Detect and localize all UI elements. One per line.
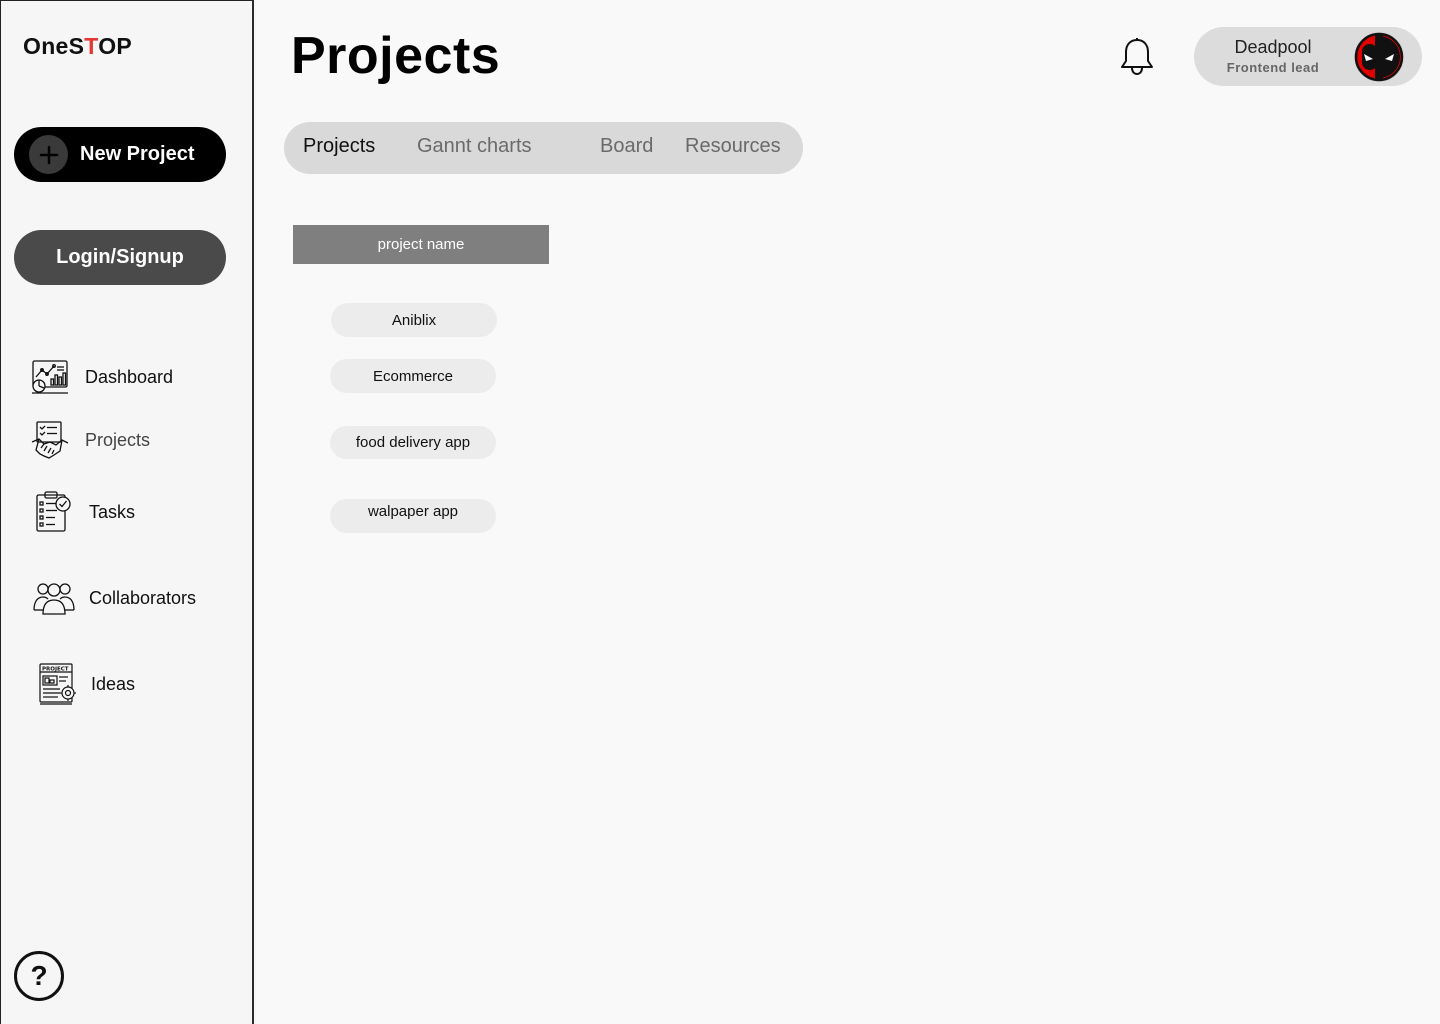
sidebar-item-dashboard[interactable]: Dashboard [30, 359, 173, 395]
deadpool-mask-icon [1354, 32, 1404, 82]
page-title: Projects [291, 27, 501, 85]
tab-resources[interactable]: Resources [685, 135, 781, 158]
notification-bell-icon[interactable] [1119, 37, 1155, 82]
sidebar-item-label: Tasks [89, 501, 136, 522]
sidebar-item-label: Projects [85, 429, 151, 450]
sidebar: OneSTOP New Project Login/Signup Dashboa… [0, 0, 254, 1024]
sidebar-item-collaborators[interactable]: Collaborators [33, 580, 196, 616]
sidebar-item-tasks[interactable]: Tasks [35, 491, 135, 533]
handshake-icon [30, 420, 70, 460]
dashboard-icon [30, 359, 70, 395]
main-content: Projects Deadpool Frontend lead Projects… [256, 0, 1440, 1024]
sidebar-item-label: Collaborators [89, 587, 197, 608]
sidebar-item-ideas[interactable]: PROJECT Ideas [38, 663, 135, 705]
logo-prefix: OneS [23, 33, 85, 59]
svg-text:PROJECT: PROJECT [42, 667, 69, 673]
project-row[interactable]: Ecommerce [330, 359, 496, 393]
new-project-label: New Project [80, 143, 195, 165]
sidebar-item-label: Dashboard [85, 366, 174, 387]
avatar[interactable] [1354, 32, 1404, 82]
tab-board[interactable]: Board [600, 135, 653, 158]
users-group-icon [33, 580, 75, 616]
project-row[interactable]: Aniblix [331, 303, 497, 337]
project-row[interactable]: walpaper app [330, 499, 496, 533]
sidebar-item-projects[interactable]: Projects [30, 420, 150, 460]
project-row[interactable]: food delivery app [330, 426, 496, 459]
project-ideas-icon: PROJECT [38, 663, 78, 705]
user-profile-card[interactable]: Deadpool Frontend lead [1194, 27, 1422, 86]
new-project-button[interactable]: New Project [14, 127, 226, 182]
profile-name: Deadpool [1234, 37, 1312, 57]
app-logo[interactable]: OneSTOP [23, 33, 132, 60]
project-name-column-header: project name [293, 225, 549, 264]
clipboard-checklist-icon [35, 491, 73, 533]
logo-suffix: OP [98, 33, 133, 59]
sidebar-item-label: Ideas [91, 673, 136, 694]
tab-gannt-charts[interactable]: Gannt charts [417, 135, 532, 158]
profile-role: Frontend lead [1226, 60, 1320, 75]
logo-accent: T [84, 33, 99, 59]
question-mark-icon: ? [30, 960, 48, 991]
help-button[interactable]: ? [14, 951, 64, 1001]
view-tabs: Projects Gannt charts Board Resources [284, 122, 803, 174]
tab-projects[interactable]: Projects [303, 135, 375, 158]
plus-icon [29, 135, 68, 174]
login-signup-button[interactable]: Login/Signup [14, 230, 226, 285]
